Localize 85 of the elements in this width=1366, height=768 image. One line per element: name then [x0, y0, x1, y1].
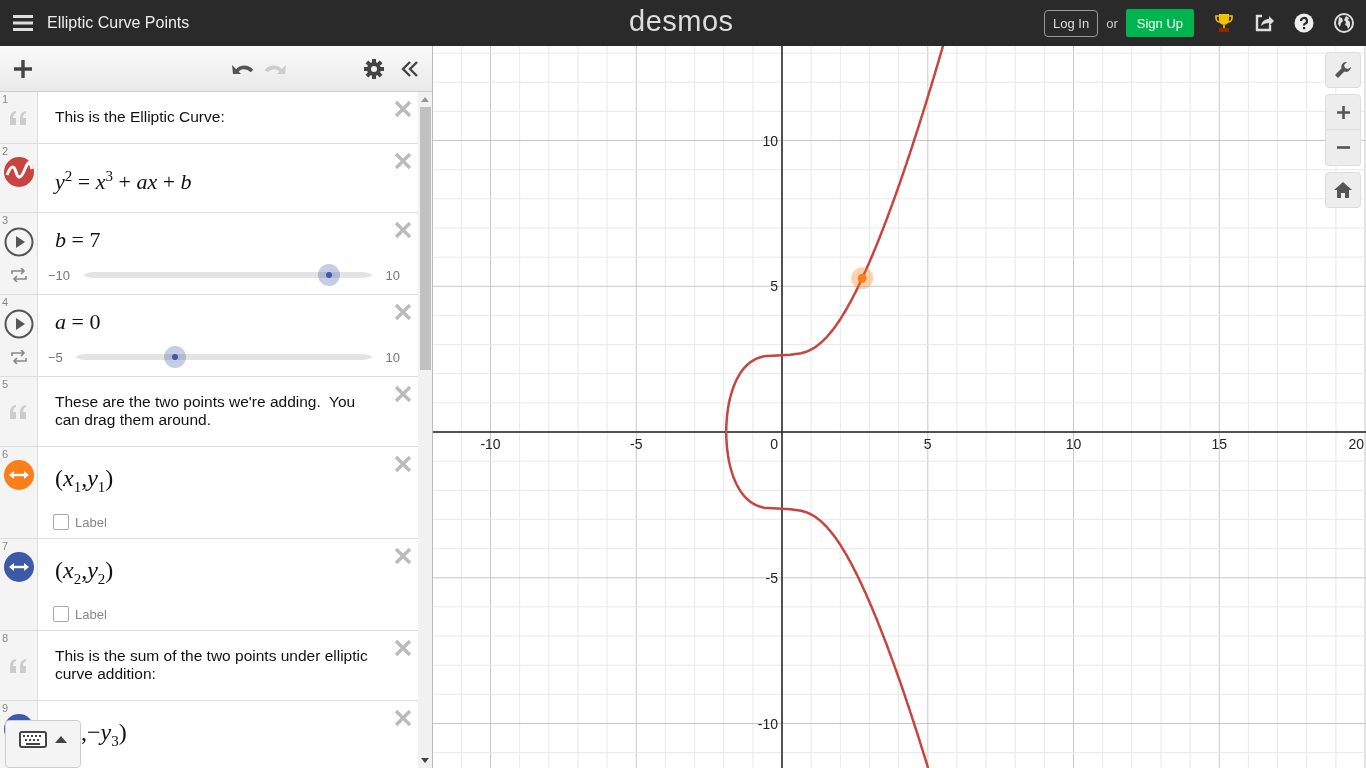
- expression-row[interactable]: 8 This is the sum of the two points under elliptic curve addition:: [0, 631, 418, 702]
- slider-max: 10: [384, 267, 400, 283]
- tick-label: 15: [1211, 436, 1228, 452]
- math-expression[interactable]: ,−y$_{3}$): [81, 716, 127, 758]
- tick-label: -5: [765, 569, 778, 586]
- play-icon[interactable]: [3, 309, 34, 340]
- tick-label: -5: [630, 436, 643, 452]
- row-number: 7: [2, 540, 9, 553]
- repeat-icon[interactable]: [10, 350, 27, 365]
- zoom-in-button[interactable]: [1325, 94, 1361, 130]
- math-expression[interactable]: y$^{2}$ = x$^{3}$ + ax + b: [55, 163, 382, 196]
- expression-row[interactable]: 2 y$^{2}$ = x$^{3}$ + ax + b: [0, 144, 418, 214]
- tick-label: -10: [480, 436, 501, 452]
- login-button[interactable]: Log In: [1044, 9, 1099, 37]
- curve-icon[interactable]: [3, 157, 34, 187]
- scroll-down-icon[interactable]: [421, 758, 429, 763]
- row-number: 2: [2, 145, 9, 157]
- caret-icon: [55, 735, 67, 743]
- collapse-icon[interactable]: [401, 59, 419, 78]
- tick-label: 5: [770, 278, 778, 295]
- home-button[interactable]: [1325, 172, 1361, 208]
- tick-label: 10: [762, 132, 778, 149]
- expression-row[interactable]: 6 (x$_{1}$,y$_{1}$) Label: [0, 447, 418, 540]
- keyboard-icon: [19, 730, 47, 748]
- zoom-out-button[interactable]: [1325, 130, 1361, 166]
- tick-label: 10: [1065, 436, 1082, 452]
- share-icon[interactable]: [1254, 13, 1274, 33]
- quote-icon: [9, 658, 28, 673]
- slider-min: −5: [48, 349, 64, 365]
- or-text: or: [1106, 15, 1118, 31]
- math-expression[interactable]: a = 0: [55, 309, 382, 336]
- label-checkbox[interactable]: [53, 514, 69, 531]
- help-icon[interactable]: [1294, 13, 1314, 33]
- draggable-point[interactable]: [851, 267, 874, 290]
- slider-thumb[interactable]: [317, 264, 340, 287]
- globe-icon[interactable]: [1334, 13, 1354, 33]
- graph-canvas[interactable]: -10 -5 0 5 10 15 20 10 5 -5 -10: [433, 46, 1366, 768]
- expression-row[interactable]: 3 b = 7 −10 10: [0, 213, 418, 296]
- expression-row[interactable]: 1 This is the Elliptic Curve:: [0, 92, 418, 144]
- checkbox-label[interactable]: Label: [75, 606, 107, 622]
- expression-row[interactable]: 5 These are the two points we're adding. You can drag them around.: [0, 377, 418, 448]
- play-icon[interactable]: [3, 227, 34, 258]
- row-number: 9: [2, 702, 9, 715]
- keyboard-button[interactable]: [5, 720, 81, 768]
- drag-point-icon[interactable]: [3, 552, 34, 583]
- note-text: These are the two points we're adding. You can drag them around.: [55, 393, 357, 430]
- quote-icon: [9, 110, 28, 125]
- label-checkbox[interactable]: [53, 606, 69, 623]
- graph-settings-button[interactable]: [1325, 52, 1361, 88]
- row-number: 4: [2, 296, 9, 309]
- expression-row[interactable]: 4 a = 0 −5 10: [0, 295, 418, 378]
- math-expression[interactable]: b = 7: [55, 227, 382, 254]
- row-number: 6: [2, 448, 9, 461]
- tick-label: 5: [923, 436, 932, 452]
- note-text: This is the Elliptic Curve:: [55, 108, 226, 126]
- slider-thumb[interactable]: [163, 346, 186, 369]
- wrench-icon: [1334, 61, 1352, 79]
- menu-icon[interactable]: [13, 15, 33, 31]
- note-text: This is the sum of the two points under elliptic curve addition:: [55, 647, 369, 684]
- quote-icon: [9, 404, 28, 419]
- tick-label: -10: [757, 715, 778, 732]
- scrollbar-thumb[interactable]: [419, 107, 431, 370]
- math-expression[interactable]: (x$_{2}$,y$_{2}$): [55, 554, 382, 596]
- tick-label: 0: [770, 436, 778, 452]
- slider-max: 10: [384, 349, 400, 365]
- home-icon: [1334, 182, 1352, 198]
- logo[interactable]: desmos: [629, 5, 734, 38]
- tick-label: 20: [1348, 436, 1364, 452]
- repeat-icon[interactable]: [10, 268, 27, 283]
- row-number: 1: [2, 93, 9, 105]
- minus-icon: [1336, 146, 1350, 149]
- scroll-up-icon[interactable]: [421, 97, 429, 102]
- add-icon[interactable]: [13, 58, 33, 79]
- trophy-icon[interactable]: [1214, 13, 1234, 33]
- settings-icon[interactable]: [364, 58, 384, 79]
- graph-title: Elliptic Curve Points: [47, 14, 190, 32]
- plus-icon: [1336, 105, 1350, 119]
- checkbox-label[interactable]: Label: [75, 514, 107, 530]
- expression-row[interactable]: 7 (x$_{2}$,y$_{2}$) Label: [0, 539, 418, 632]
- row-number: 3: [2, 214, 9, 227]
- row-number: 5: [2, 378, 9, 391]
- scrollbar[interactable]: [418, 92, 432, 768]
- slider-min: −10: [48, 267, 72, 283]
- math-expression[interactable]: (x$_{1}$,y$_{1}$): [55, 462, 382, 504]
- row-number: 8: [2, 632, 9, 645]
